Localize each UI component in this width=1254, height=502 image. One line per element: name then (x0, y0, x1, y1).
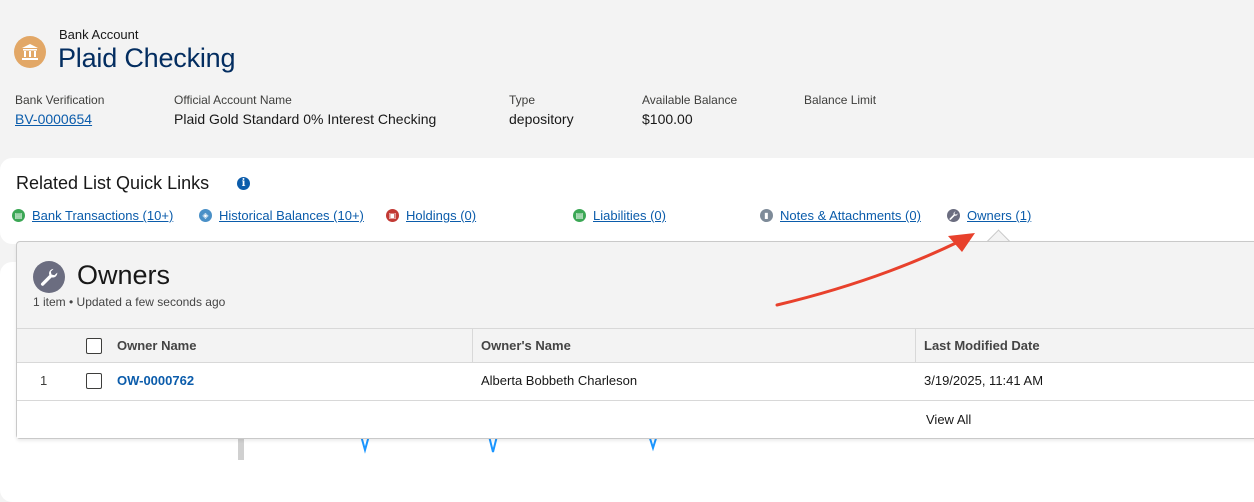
owners-panel-title: Owners (77, 260, 171, 290)
view-all-link[interactable]: View All (926, 412, 971, 427)
holdings-icon: ▣ (386, 209, 399, 222)
quick-links-title: Related List Quick Links (16, 173, 210, 193)
quick-link-notes-attachments[interactable]: ▮ Notes & Attachments (0) (760, 208, 921, 223)
liabilities-icon: ▤ (573, 209, 586, 222)
field-label-available-balance: Available Balance (642, 93, 738, 107)
quick-link-label: Holdings (0) (406, 208, 477, 223)
wrench-icon (33, 261, 65, 293)
bank-account-icon (14, 36, 46, 68)
column-divider[interactable] (472, 329, 473, 362)
owners-panel-meta: 1 item • Updated a few seconds ago (33, 295, 226, 309)
field-label-bank-verification: Bank Verification (15, 93, 105, 107)
bank-verification-link[interactable]: BV-0000654 (15, 111, 92, 127)
owners-table-header (17, 328, 1254, 363)
quick-link-label: Liabilities (0) (593, 208, 666, 223)
info-icon[interactable]: i (237, 177, 250, 190)
owner-name-link[interactable]: OW-0000762 (117, 373, 194, 388)
quick-link-label: Notes & Attachments (0) (780, 208, 921, 223)
column-divider[interactable] (915, 329, 916, 362)
field-value-type: depository (509, 111, 574, 127)
owners-name-cell: Alberta Bobbeth Charleson (481, 373, 638, 388)
row-number: 1 (40, 373, 48, 388)
quick-link-label: Owners (1) (967, 208, 1032, 223)
related-list-quick-links-card (0, 158, 1254, 244)
column-header-owners-name[interactable]: Owner's Name (481, 338, 571, 353)
quick-link-owners[interactable]: Owners (1) (947, 208, 1031, 223)
field-label-balance-limit: Balance Limit (804, 93, 877, 107)
quick-link-historical-balances[interactable]: ◈ Historical Balances (10+) (199, 208, 364, 223)
notes-attachments-icon: ▮ (760, 209, 773, 222)
quick-link-label: Historical Balances (10+) (219, 208, 364, 223)
field-value-official-account-name: Plaid Gold Standard 0% Interest Checking (174, 111, 437, 127)
wrench-icon (947, 209, 960, 222)
select-all-checkbox[interactable] (86, 338, 102, 354)
quick-link-bank-transactions[interactable]: ▤ Bank Transactions (10+) (12, 208, 173, 223)
object-type-label: Bank Account (59, 27, 139, 42)
bank-transactions-icon: ▤ (12, 209, 25, 222)
quick-link-label: Bank Transactions (10+) (32, 208, 174, 223)
field-value-available-balance: $100.00 (642, 111, 693, 127)
record-title: Plaid Checking (58, 43, 236, 73)
column-header-owner-name[interactable]: Owner Name (117, 338, 196, 353)
historical-balances-icon: ◈ (199, 209, 212, 222)
field-label-official-account-name: Official Account Name (174, 93, 292, 107)
row-separator (17, 400, 1254, 401)
row-checkbox[interactable] (86, 373, 102, 389)
last-modified-cell: 3/19/2025, 11:41 AM (924, 373, 1044, 388)
column-header-last-modified-date[interactable]: Last Modified Date (924, 338, 1040, 353)
quick-link-holdings[interactable]: ▣ Holdings (0) (386, 208, 476, 223)
field-label-type: Type (509, 93, 536, 107)
quick-link-liabilities[interactable]: ▤ Liabilities (0) (573, 208, 666, 223)
